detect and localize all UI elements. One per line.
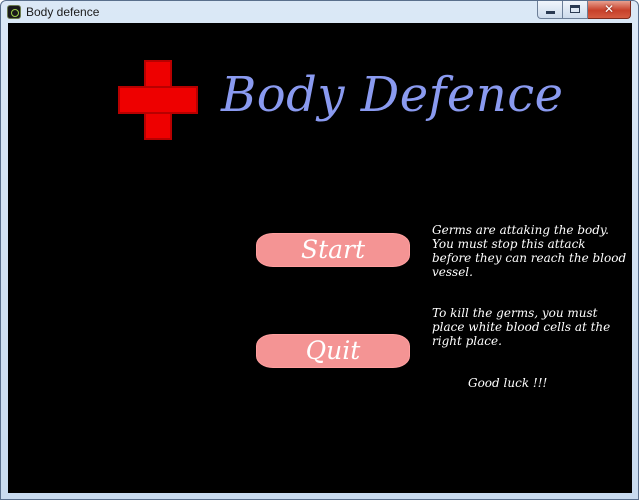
- red-cross-icon: [118, 60, 198, 140]
- quit-button[interactable]: Quit: [256, 334, 410, 368]
- game-title: Body Defence: [221, 67, 564, 123]
- app-window: Body defence ✕ Body Defence Start Quit G…: [0, 0, 639, 500]
- maximize-button[interactable]: [563, 1, 588, 19]
- close-button[interactable]: ✕: [588, 1, 631, 19]
- instructions-paragraph-2: To kill the germs, you must place white …: [432, 306, 611, 348]
- app-icon: [7, 5, 21, 19]
- instructions-paragraph-1: Germs are attaking the body. You must st…: [432, 223, 627, 279]
- minimize-icon: [546, 11, 555, 14]
- start-button[interactable]: Start: [256, 233, 410, 267]
- good-luck-text: Good luck !!!: [468, 376, 548, 390]
- window-title: Body defence: [26, 5, 100, 19]
- maximize-icon: [570, 5, 580, 13]
- title-bar[interactable]: Body defence ✕: [1, 1, 638, 23]
- game-canvas: Body Defence Start Quit Germs are attaki…: [8, 23, 632, 493]
- close-icon: ✕: [603, 2, 615, 16]
- start-button-label: Start: [300, 235, 366, 264]
- minimize-button[interactable]: [537, 1, 563, 19]
- quit-button-label: Quit: [305, 336, 361, 365]
- window-controls: ✕: [537, 1, 631, 19]
